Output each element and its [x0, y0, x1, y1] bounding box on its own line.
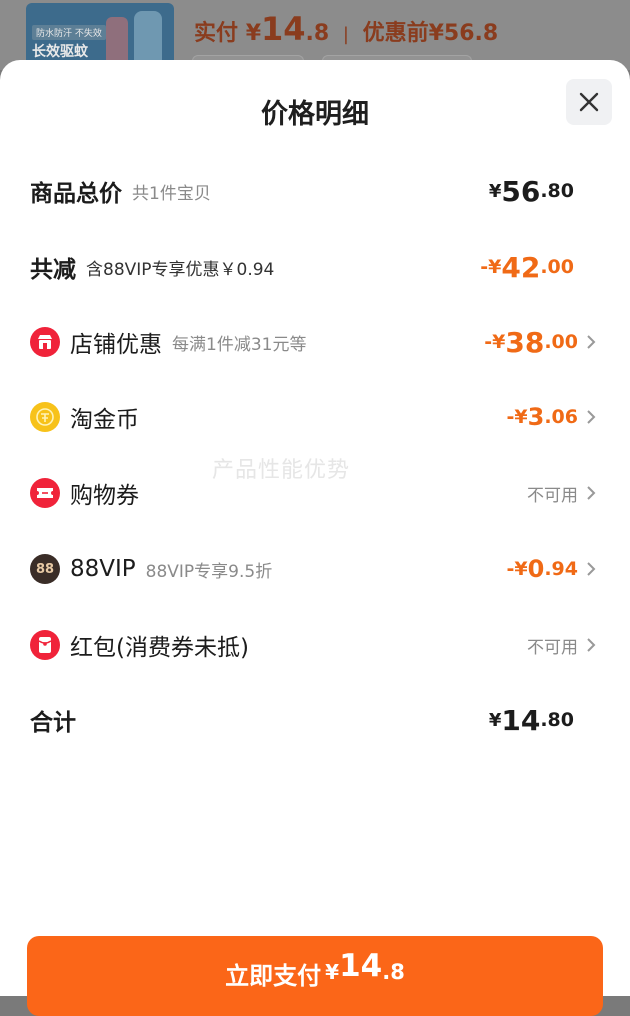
pay-int: 14	[339, 948, 383, 984]
chevron-right-icon	[587, 486, 596, 500]
price-dec: .80	[540, 180, 574, 202]
vip-rule: 88VIP专享9.5折	[145, 561, 273, 582]
paid-separator: |	[342, 24, 349, 45]
paid-summary: 实付 ¥14.8 | 优惠前¥56.8	[194, 10, 498, 48]
vip-discount-amount: -¥ 0.94	[507, 549, 578, 589]
chevron-right-icon	[587, 335, 596, 349]
vip-icon: 88	[30, 554, 60, 584]
close-icon	[579, 92, 599, 112]
product-bottle-icon	[134, 11, 162, 65]
price-int: 14	[501, 703, 541, 737]
row-88vip[interactable]: 88 88VIP 88VIP专享9.5折 -¥ 0.94	[30, 549, 600, 589]
price-int: 56	[501, 174, 541, 208]
currency-symbol: -¥	[506, 406, 528, 428]
price-int: 42	[501, 250, 541, 284]
pay-now-button[interactable]: 立即支付 ¥ 14 .8	[27, 936, 603, 1016]
paid-prefix: 实付	[194, 21, 239, 46]
red-packet-status: 不可用	[527, 637, 578, 658]
shopping-voucher-label: 购物券	[70, 483, 139, 509]
row-shop-discount[interactable]: 店铺优惠 每满1件减31元等 -¥ 38.00	[30, 322, 600, 362]
pay-currency: ¥	[325, 960, 340, 984]
product-title: 长效驱蚊	[32, 44, 88, 60]
paid-dec: .8	[305, 21, 330, 46]
price-dec: .94	[544, 558, 578, 580]
row-taojinbi[interactable]: 淘金币 -¥ 3.06	[30, 397, 600, 437]
row-sum: 合计 ¥14.80	[30, 700, 600, 740]
sum-price: ¥14.80	[489, 700, 574, 740]
pay-dec: .8	[382, 960, 405, 984]
vip-included-note: 含88VIP专享优惠￥0.94	[86, 259, 275, 280]
taojinbi-amount: -¥ 3.06	[507, 397, 578, 437]
paid-currency: ¥	[245, 21, 261, 46]
price-dec: .00	[540, 256, 574, 278]
price-detail-sheet: 价格明细 商品总价 共1件宝贝 ¥56.80 共减 含88VIP专享优惠￥0.9…	[0, 60, 630, 1016]
shop-discount-amount: -¥ 38.00	[484, 322, 578, 362]
taojinbi-label: 淘金币	[70, 407, 139, 433]
sheet-title: 价格明细	[261, 99, 369, 130]
red-packet-icon	[30, 630, 60, 660]
row-goods-total: 商品总价 共1件宝贝 ¥56.80	[30, 171, 600, 211]
shop-discount-rule: 每满1件减31元等	[172, 334, 307, 355]
currency-symbol: -¥	[506, 558, 528, 580]
red-packet-label: 红包(消费券未抵)	[70, 635, 249, 661]
gold-coin-icon	[30, 402, 60, 432]
goods-total-price: ¥56.80	[489, 171, 574, 211]
voucher-icon	[30, 478, 60, 508]
currency-symbol: -¥	[480, 256, 502, 278]
row-red-packet[interactable]: 红包(消费券未抵) 不可用	[30, 625, 600, 665]
product-bottle-icon	[106, 17, 128, 65]
chevron-right-icon	[587, 638, 596, 652]
price-dec: .80	[540, 709, 574, 731]
price-dec: .06	[544, 406, 578, 428]
pay-now-label: 立即支付	[225, 962, 322, 990]
price-int: 0	[527, 555, 545, 583]
before-discount: 优惠前¥56.8	[362, 21, 499, 46]
row-total-reduction: 共减 含88VIP专享优惠￥0.94 -¥ 42.00	[30, 247, 600, 287]
goods-count: 共1件宝贝	[132, 183, 211, 204]
chevron-right-icon	[587, 562, 596, 576]
price-int: 38	[505, 325, 545, 359]
shop-discount-label: 店铺优惠	[70, 332, 162, 358]
close-button[interactable]	[566, 79, 612, 125]
product-tag: 防水防汗 不失效	[32, 25, 106, 40]
price-int: 3	[527, 403, 545, 431]
row-shopping-voucher[interactable]: 购物券 不可用	[30, 473, 600, 513]
goods-total-label: 商品总价	[30, 181, 122, 207]
currency-symbol: ¥	[488, 709, 502, 731]
sum-label: 合计	[30, 710, 76, 736]
price-dec: .00	[544, 331, 578, 353]
product-thumbnail: 防水防汗 不失效 长效驱蚊	[26, 3, 174, 67]
currency-symbol: ¥	[488, 180, 502, 202]
vip-label: 88VIP	[70, 556, 136, 582]
currency-symbol: -¥	[484, 331, 506, 353]
total-reduction-label: 共减	[30, 257, 76, 283]
shop-icon	[30, 327, 60, 357]
chevron-right-icon	[587, 410, 596, 424]
paid-int: 14	[261, 10, 306, 48]
total-reduction-amount: -¥ 42.00	[480, 247, 574, 287]
shopping-voucher-status: 不可用	[527, 485, 578, 506]
